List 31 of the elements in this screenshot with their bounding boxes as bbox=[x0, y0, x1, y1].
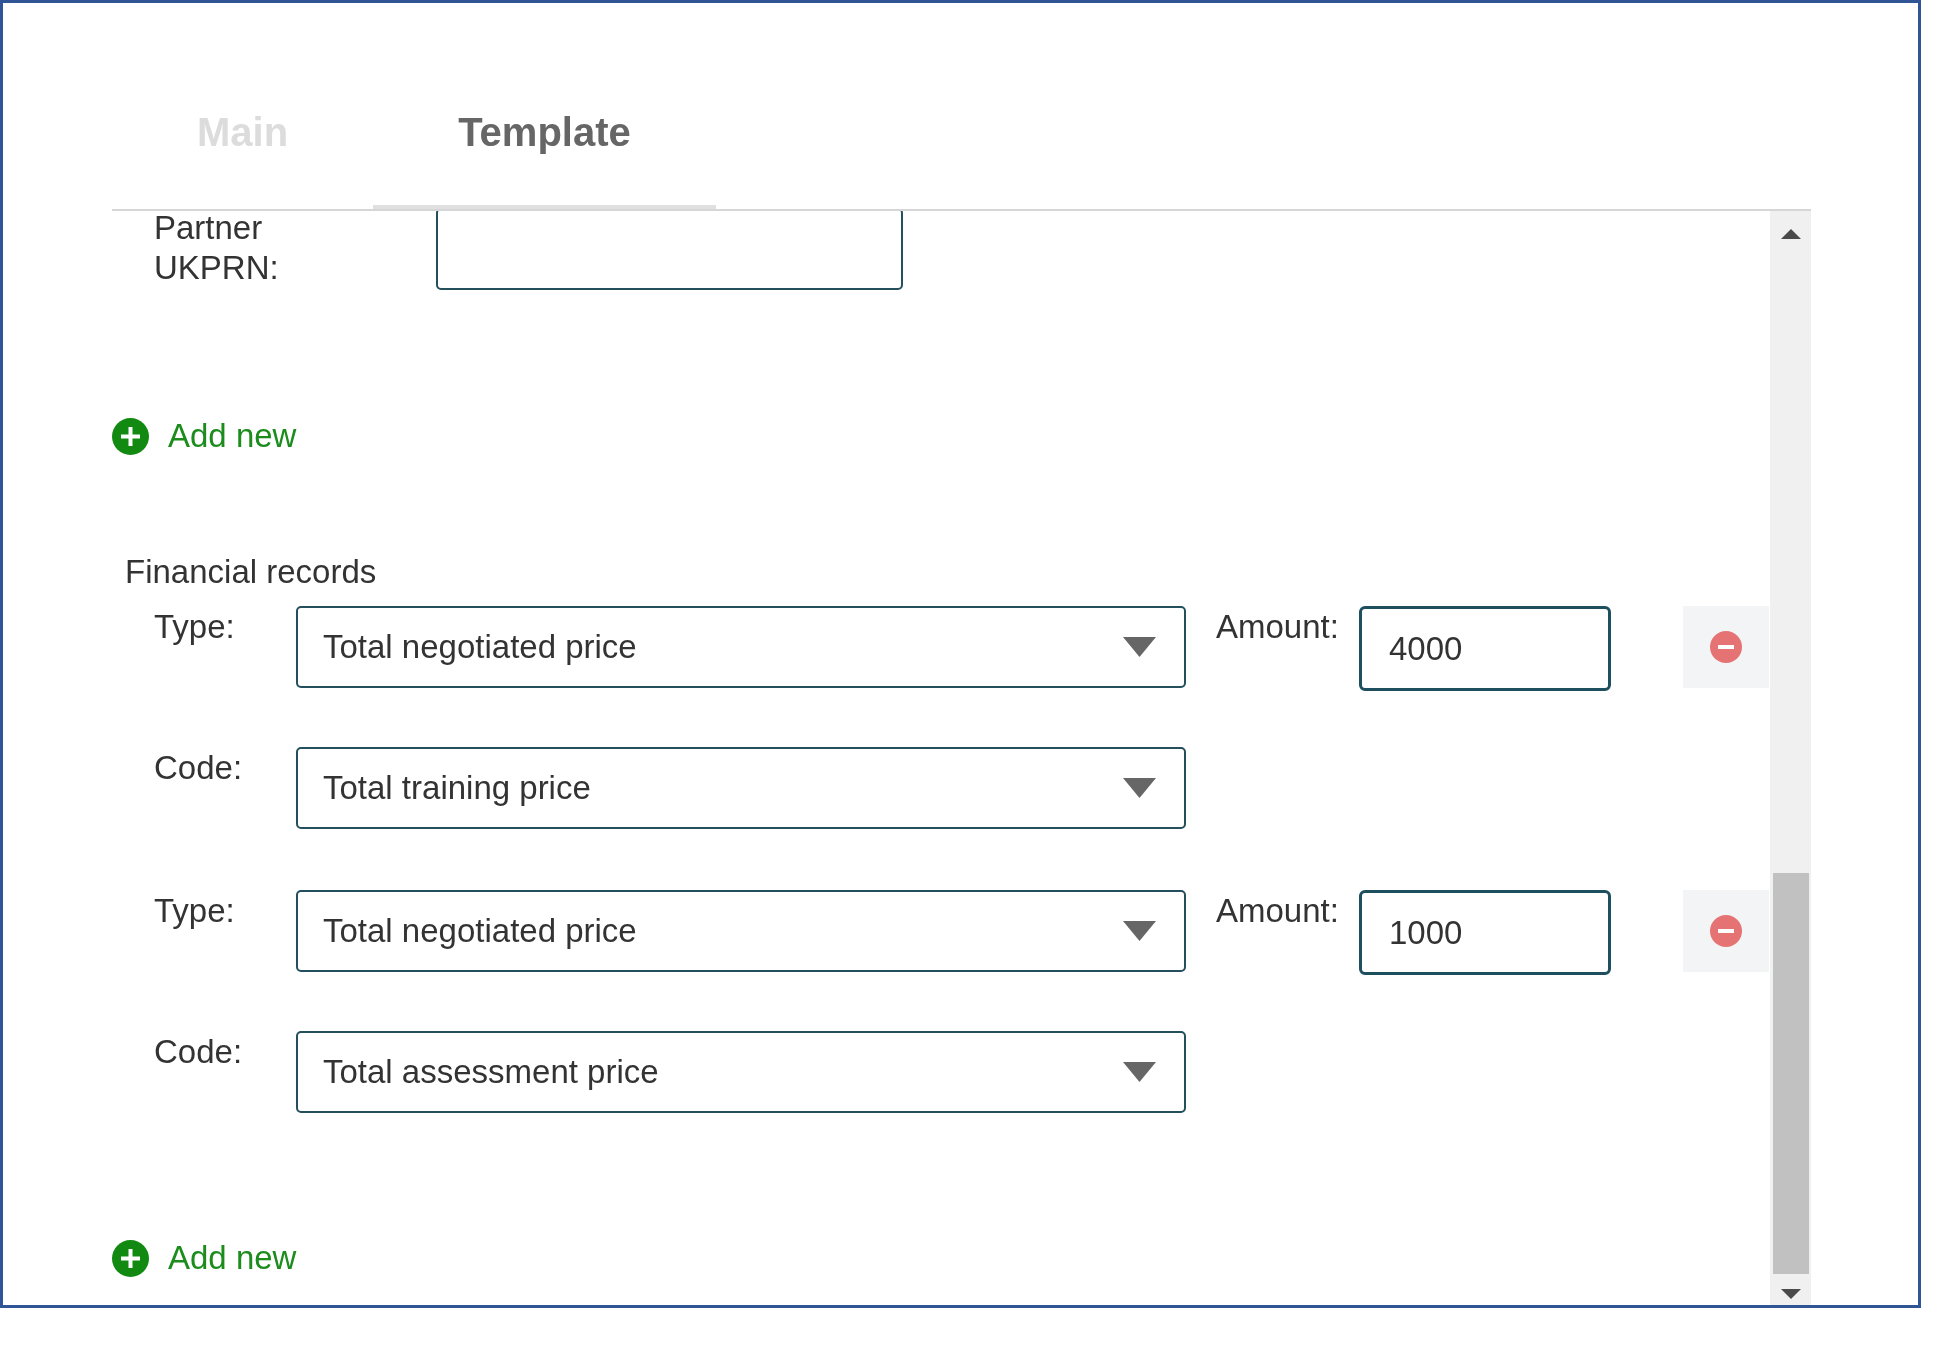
plus-circle-icon bbox=[112, 417, 149, 455]
amount-input[interactable]: 4000 bbox=[1359, 606, 1611, 691]
section-title: Financial records bbox=[125, 552, 377, 592]
caret-down-icon bbox=[1123, 637, 1156, 657]
field-label: Partner UKPRN: bbox=[154, 211, 280, 288]
caret-down-icon bbox=[1123, 778, 1156, 798]
dropdown-select[interactable]: Total assessment price bbox=[296, 1031, 1186, 1113]
scroll-up-arrow-icon[interactable] bbox=[1780, 229, 1801, 239]
plus-circle-icon bbox=[112, 1239, 149, 1277]
minus-circle-icon bbox=[1710, 915, 1742, 947]
add-new-button[interactable]: Add new bbox=[112, 1238, 297, 1278]
remove-button[interactable] bbox=[1683, 606, 1769, 688]
field-label: Amount: bbox=[1216, 607, 1340, 647]
amount-input[interactable]: 1000 bbox=[1359, 890, 1611, 975]
field-label: Code: bbox=[154, 1032, 244, 1072]
scrollbar[interactable] bbox=[1770, 211, 1811, 1305]
add-new-button[interactable]: Add new bbox=[112, 416, 297, 456]
scroll-down-arrow-icon[interactable] bbox=[1780, 1289, 1801, 1299]
caret-down-icon bbox=[1123, 921, 1156, 941]
field-label: Amount: bbox=[1216, 891, 1340, 931]
minus-circle-icon bbox=[1710, 631, 1742, 663]
dropdown-select[interactable]: Total negotiated price bbox=[296, 890, 1186, 972]
ukprn-input[interactable] bbox=[436, 211, 903, 290]
scrollbar-thumb[interactable] bbox=[1772, 873, 1809, 1274]
remove-button[interactable] bbox=[1683, 890, 1769, 972]
field-label: Type: bbox=[154, 891, 236, 931]
caret-down-icon bbox=[1123, 1062, 1156, 1082]
dropdown-select[interactable]: Total negotiated price bbox=[296, 606, 1186, 688]
dropdown-select[interactable]: Total training price bbox=[296, 747, 1186, 829]
field-label: Type: bbox=[154, 607, 236, 647]
field-label: Code: bbox=[154, 748, 244, 788]
